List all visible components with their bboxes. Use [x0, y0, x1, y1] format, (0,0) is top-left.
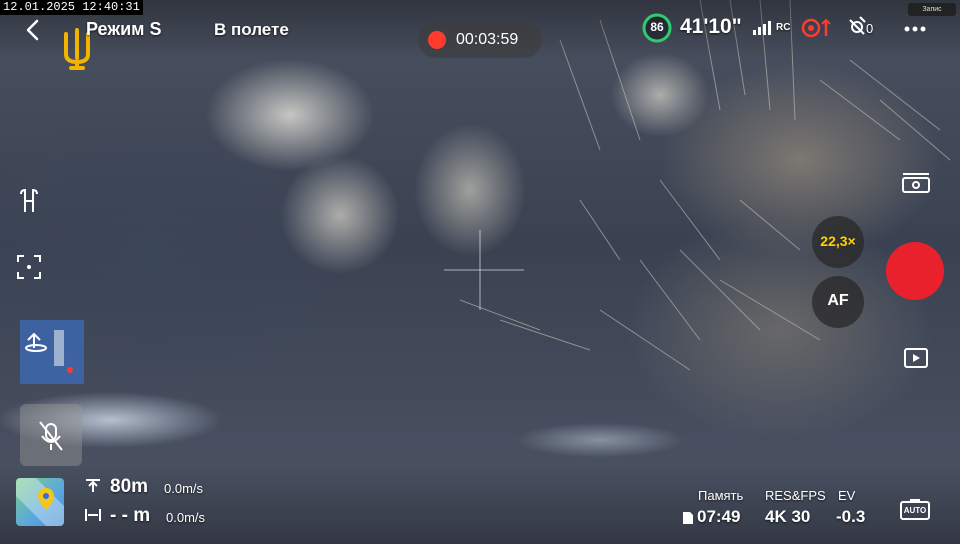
landing-marker-icon — [25, 330, 73, 373]
res-fps-label: RES&FPS — [765, 488, 826, 503]
flight-mode-label[interactable]: Режим S — [86, 19, 161, 40]
auto-exposure-button[interactable]: AUTO — [900, 498, 930, 520]
camera-mode-icon[interactable] — [900, 172, 932, 196]
recording-time: 00:03:59 — [456, 31, 519, 48]
sd-card-icon — [683, 512, 693, 524]
signal-strength-icon[interactable] — [752, 18, 776, 36]
minimap-button[interactable] — [16, 478, 64, 526]
timestamp-overlay: 12.01.2025 12:40:31 — [0, 0, 143, 15]
altitude-value: 80m — [110, 476, 149, 497]
crosshair-icon — [444, 230, 524, 310]
res-fps-value: 4K 30 — [765, 507, 811, 526]
record-shutter-button[interactable] — [886, 242, 944, 300]
mute-audio-button[interactable] — [20, 404, 82, 466]
vertical-speed-value: 0.0m/s — [164, 481, 204, 496]
flight-state-label: В полете — [214, 20, 289, 39]
record-dot-icon — [428, 31, 446, 49]
focus-frame-icon[interactable] — [16, 254, 42, 280]
ev-value: -0.3 — [836, 507, 866, 526]
top-right-badge: Запис — [908, 3, 956, 16]
flight-time-remaining: 41'10" — [680, 15, 742, 38]
memory-label: Память — [698, 488, 744, 503]
more-options-icon[interactable] — [904, 26, 926, 32]
memory-value: 07:49 — [697, 507, 741, 526]
recording-indicator: 00:03:59 — [418, 22, 542, 58]
zoom-level: 22,3× — [820, 233, 856, 249]
landing-marker-panel[interactable] — [20, 320, 84, 384]
distance-icon — [85, 509, 101, 521]
map-pin-icon — [16, 478, 64, 526]
ev-label: EV — [838, 488, 856, 503]
playback-icon[interactable] — [904, 348, 928, 368]
autofocus-label: AF — [827, 292, 849, 309]
obstacle-warning-icon[interactable] — [800, 16, 834, 40]
battery-percent: 86 — [650, 20, 664, 34]
back-arrow-icon[interactable] — [22, 18, 44, 42]
rc-label: RC — [776, 22, 791, 33]
auto-label: AUTO — [903, 506, 927, 515]
altitude-icon — [86, 479, 100, 492]
gps-satellite-icon[interactable] — [846, 14, 868, 38]
mic-off-icon — [39, 421, 63, 451]
distance-value: - - m — [110, 505, 151, 526]
horizontal-speed-value: 0.0m/s — [166, 510, 206, 525]
gps-satellite-count: 0 — [866, 21, 874, 36]
gimbal-icon[interactable] — [16, 188, 42, 214]
